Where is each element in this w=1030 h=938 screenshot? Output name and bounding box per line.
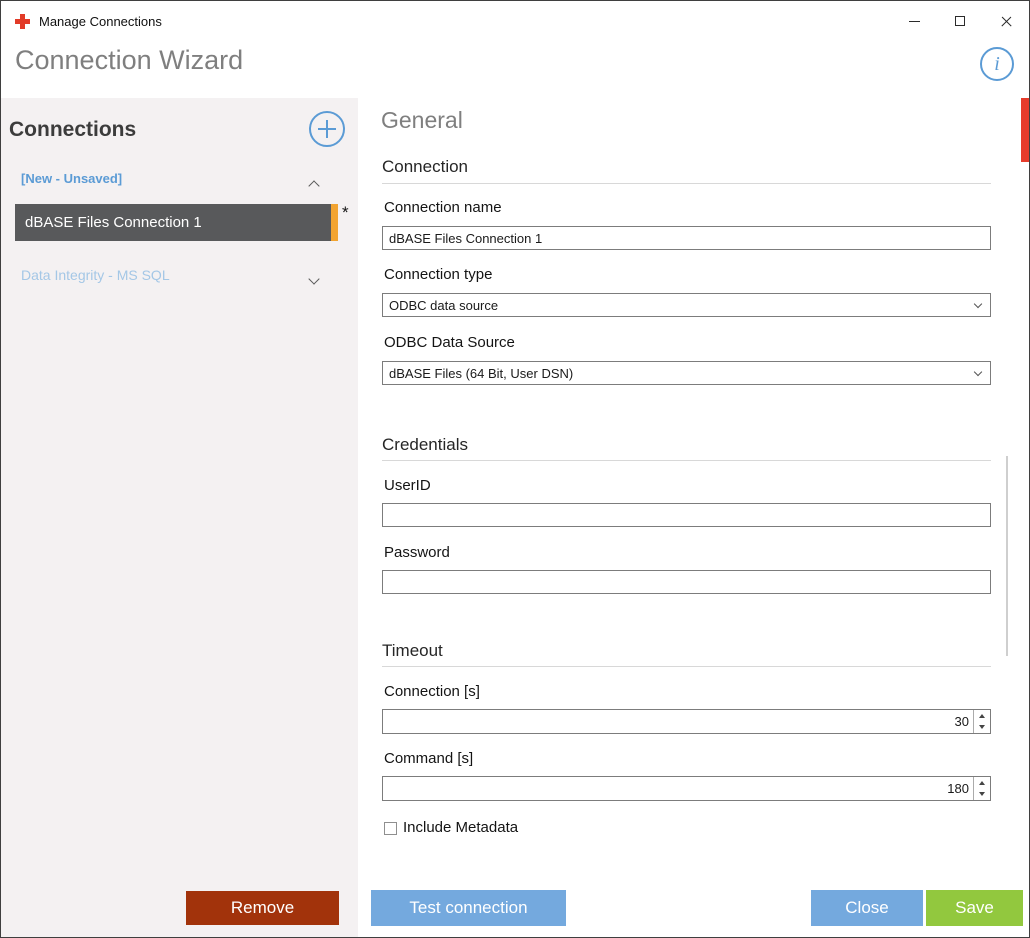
include-metadata-label: Include Metadata [403,819,518,836]
command-timeout-stepper [382,776,991,801]
test-connection-button[interactable]: Test connection [371,890,566,926]
panel-title: General [381,107,463,134]
credentials-section-title: Credentials [382,435,468,455]
connection-name-input[interactable] [382,226,991,250]
chevron-down-icon [974,300,982,308]
command-timeout-input[interactable] [383,777,973,800]
close-icon [1000,15,1013,28]
group-label: [New - Unsaved] [21,171,122,186]
odbc-source-select[interactable]: dBASE Files (64 Bit, User DSN) [382,361,991,385]
userid-label: UserID [384,477,431,494]
connection-section-title: Connection [382,157,468,177]
password-label: Password [384,544,450,561]
spin-up-button[interactable] [974,710,990,722]
sidebar-group-data-integrity[interactable]: Data Integrity - MS SQL [1,264,358,290]
minimize-icon [909,21,920,22]
sidebar-item-dbase-connection[interactable]: dBASE Files Connection 1 [15,204,331,241]
timeout-section-title: Timeout [382,641,443,661]
section-divider [382,183,991,184]
sidebar-title: Connections [9,118,136,142]
chevron-down-icon [974,368,982,376]
spin-down-icon [979,725,985,729]
save-button[interactable]: Save [926,890,1023,926]
spin-down-icon [979,792,985,796]
connection-timeout-label: Connection [s] [384,683,480,700]
spin-down-button[interactable] [974,722,990,734]
connection-type-select[interactable]: ODBC data source [382,293,991,317]
window-controls [891,1,1029,41]
close-dialog-button[interactable]: Close [811,890,923,926]
scrollbar-thumb[interactable] [1006,456,1008,656]
connection-timeout-input[interactable] [383,710,973,733]
chevron-up-icon[interactable] [310,177,318,195]
close-button[interactable] [983,1,1029,41]
window-title: Manage Connections [39,14,162,29]
userid-input[interactable] [382,503,991,527]
spin-down-button[interactable] [974,789,990,801]
spin-up-icon [979,714,985,718]
chevron-down-icon[interactable] [310,270,318,288]
general-panel: General Connection Connection name Conne… [358,98,1029,937]
command-timeout-label: Command [s] [384,750,473,767]
manage-connections-window: Manage Connections Connection Wizard i C… [0,0,1030,938]
connection-timeout-stepper [382,709,991,734]
password-input[interactable] [382,570,991,594]
connections-sidebar: Connections [New - Unsaved] dBASE Files … [1,98,358,937]
right-edge-accent [1021,98,1029,162]
unsaved-marker: * [342,203,349,223]
odbc-source-value: dBASE Files (64 Bit, User DSN) [389,366,573,381]
remove-button[interactable]: Remove [186,891,339,925]
maximize-icon [955,16,965,26]
section-divider [382,460,991,461]
app-icon [15,14,30,29]
group-label: Data Integrity - MS SQL [21,267,170,283]
spinner-buttons [973,777,990,800]
maximize-button[interactable] [937,1,983,41]
sidebar-group-new-unsaved[interactable]: [New - Unsaved] [1,168,358,194]
info-icon[interactable]: i [980,47,1014,81]
selected-item-accent-bar [331,204,338,241]
minimize-button[interactable] [891,1,937,41]
connection-item-label: dBASE Files Connection 1 [25,214,202,231]
spinner-buttons [973,710,990,733]
add-connection-button[interactable] [309,111,345,147]
spin-up-icon [979,781,985,785]
title-bar[interactable]: Manage Connections [1,1,1029,41]
page-title: Connection Wizard [15,45,243,76]
odbc-source-label: ODBC Data Source [384,334,515,351]
include-metadata-checkbox[interactable] [384,822,397,835]
section-divider [382,666,991,667]
connection-type-label: Connection type [384,266,492,283]
connection-type-value: ODBC data source [389,298,498,313]
spin-up-button[interactable] [974,777,990,789]
connection-name-label: Connection name [384,199,502,216]
